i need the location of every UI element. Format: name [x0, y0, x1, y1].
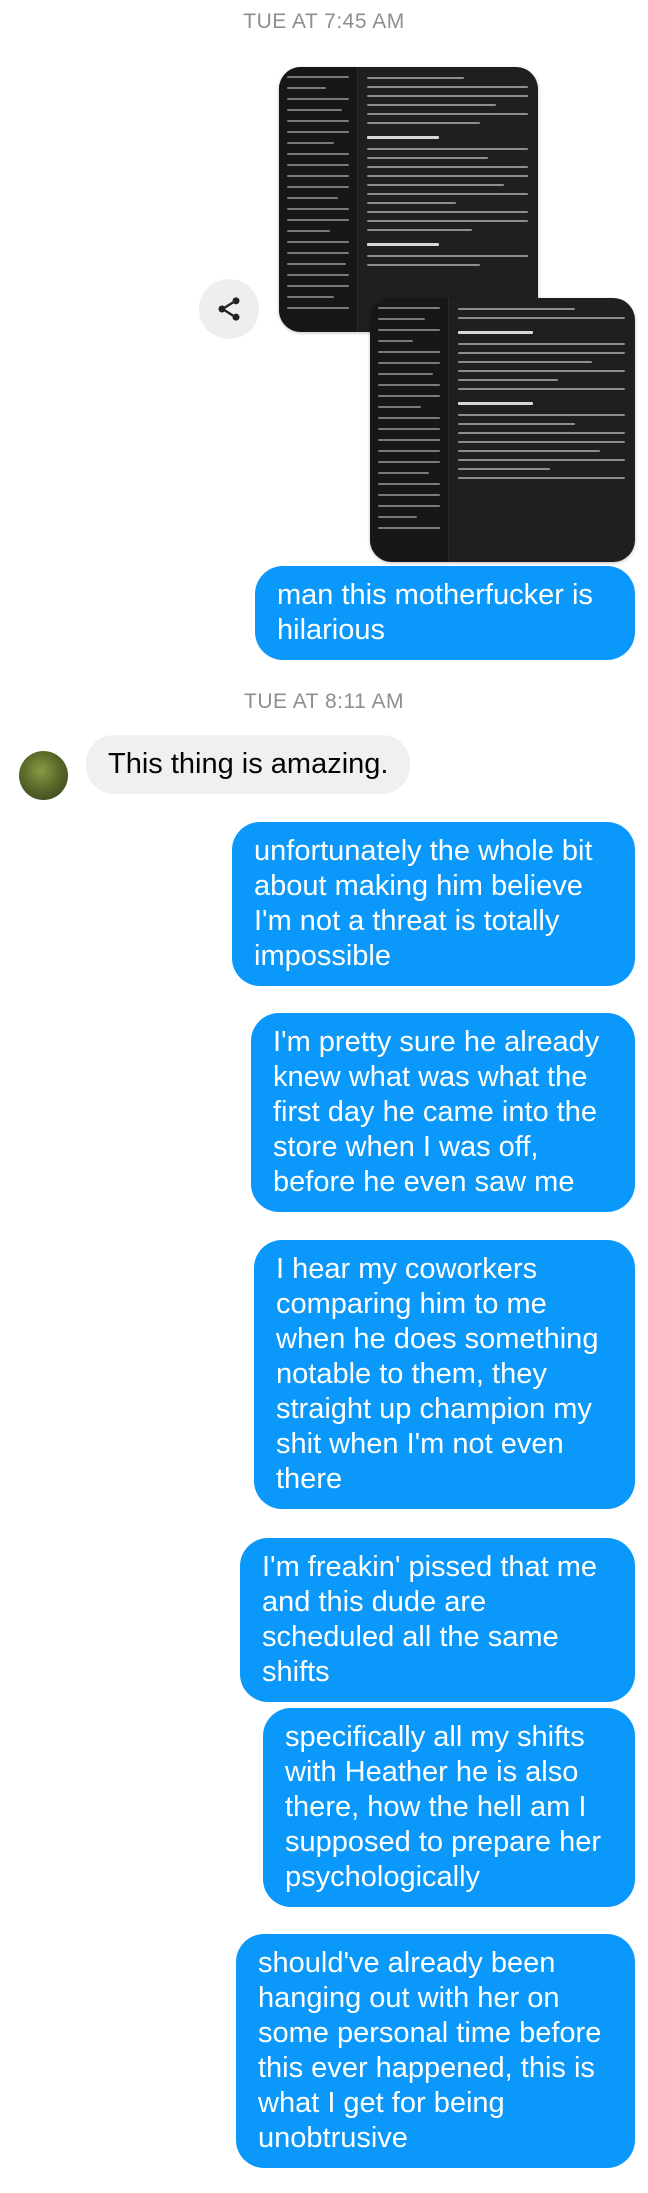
incoming-message[interactable]: This thing is amazing.: [86, 735, 411, 794]
timestamp: TUE AT 7:45 AM: [243, 10, 405, 33]
outgoing-message[interactable]: I hear my coworkers comparing him to me …: [254, 1240, 635, 1509]
avatar[interactable]: [19, 751, 68, 800]
shared-screenshot-1[interactable]: [279, 67, 538, 332]
outgoing-message[interactable]: man this motherfucker is hilarious: [255, 566, 635, 660]
shared-screenshot-2[interactable]: [370, 298, 635, 562]
outgoing-message[interactable]: unfortunately the whole bit about making…: [232, 822, 635, 986]
outgoing-message[interactable]: should've already been hanging out with …: [236, 1934, 635, 2168]
share-icon[interactable]: [199, 279, 259, 339]
outgoing-message[interactable]: I'm freakin' pissed that me and this dud…: [240, 1538, 635, 1702]
share-icon-glyph: [218, 297, 240, 321]
outgoing-message[interactable]: specifically all my shifts with Heather …: [263, 1708, 635, 1907]
timestamp: TUE AT 8:11 AM: [244, 690, 404, 713]
outgoing-message[interactable]: I'm pretty sure he already knew what was…: [251, 1013, 635, 1212]
